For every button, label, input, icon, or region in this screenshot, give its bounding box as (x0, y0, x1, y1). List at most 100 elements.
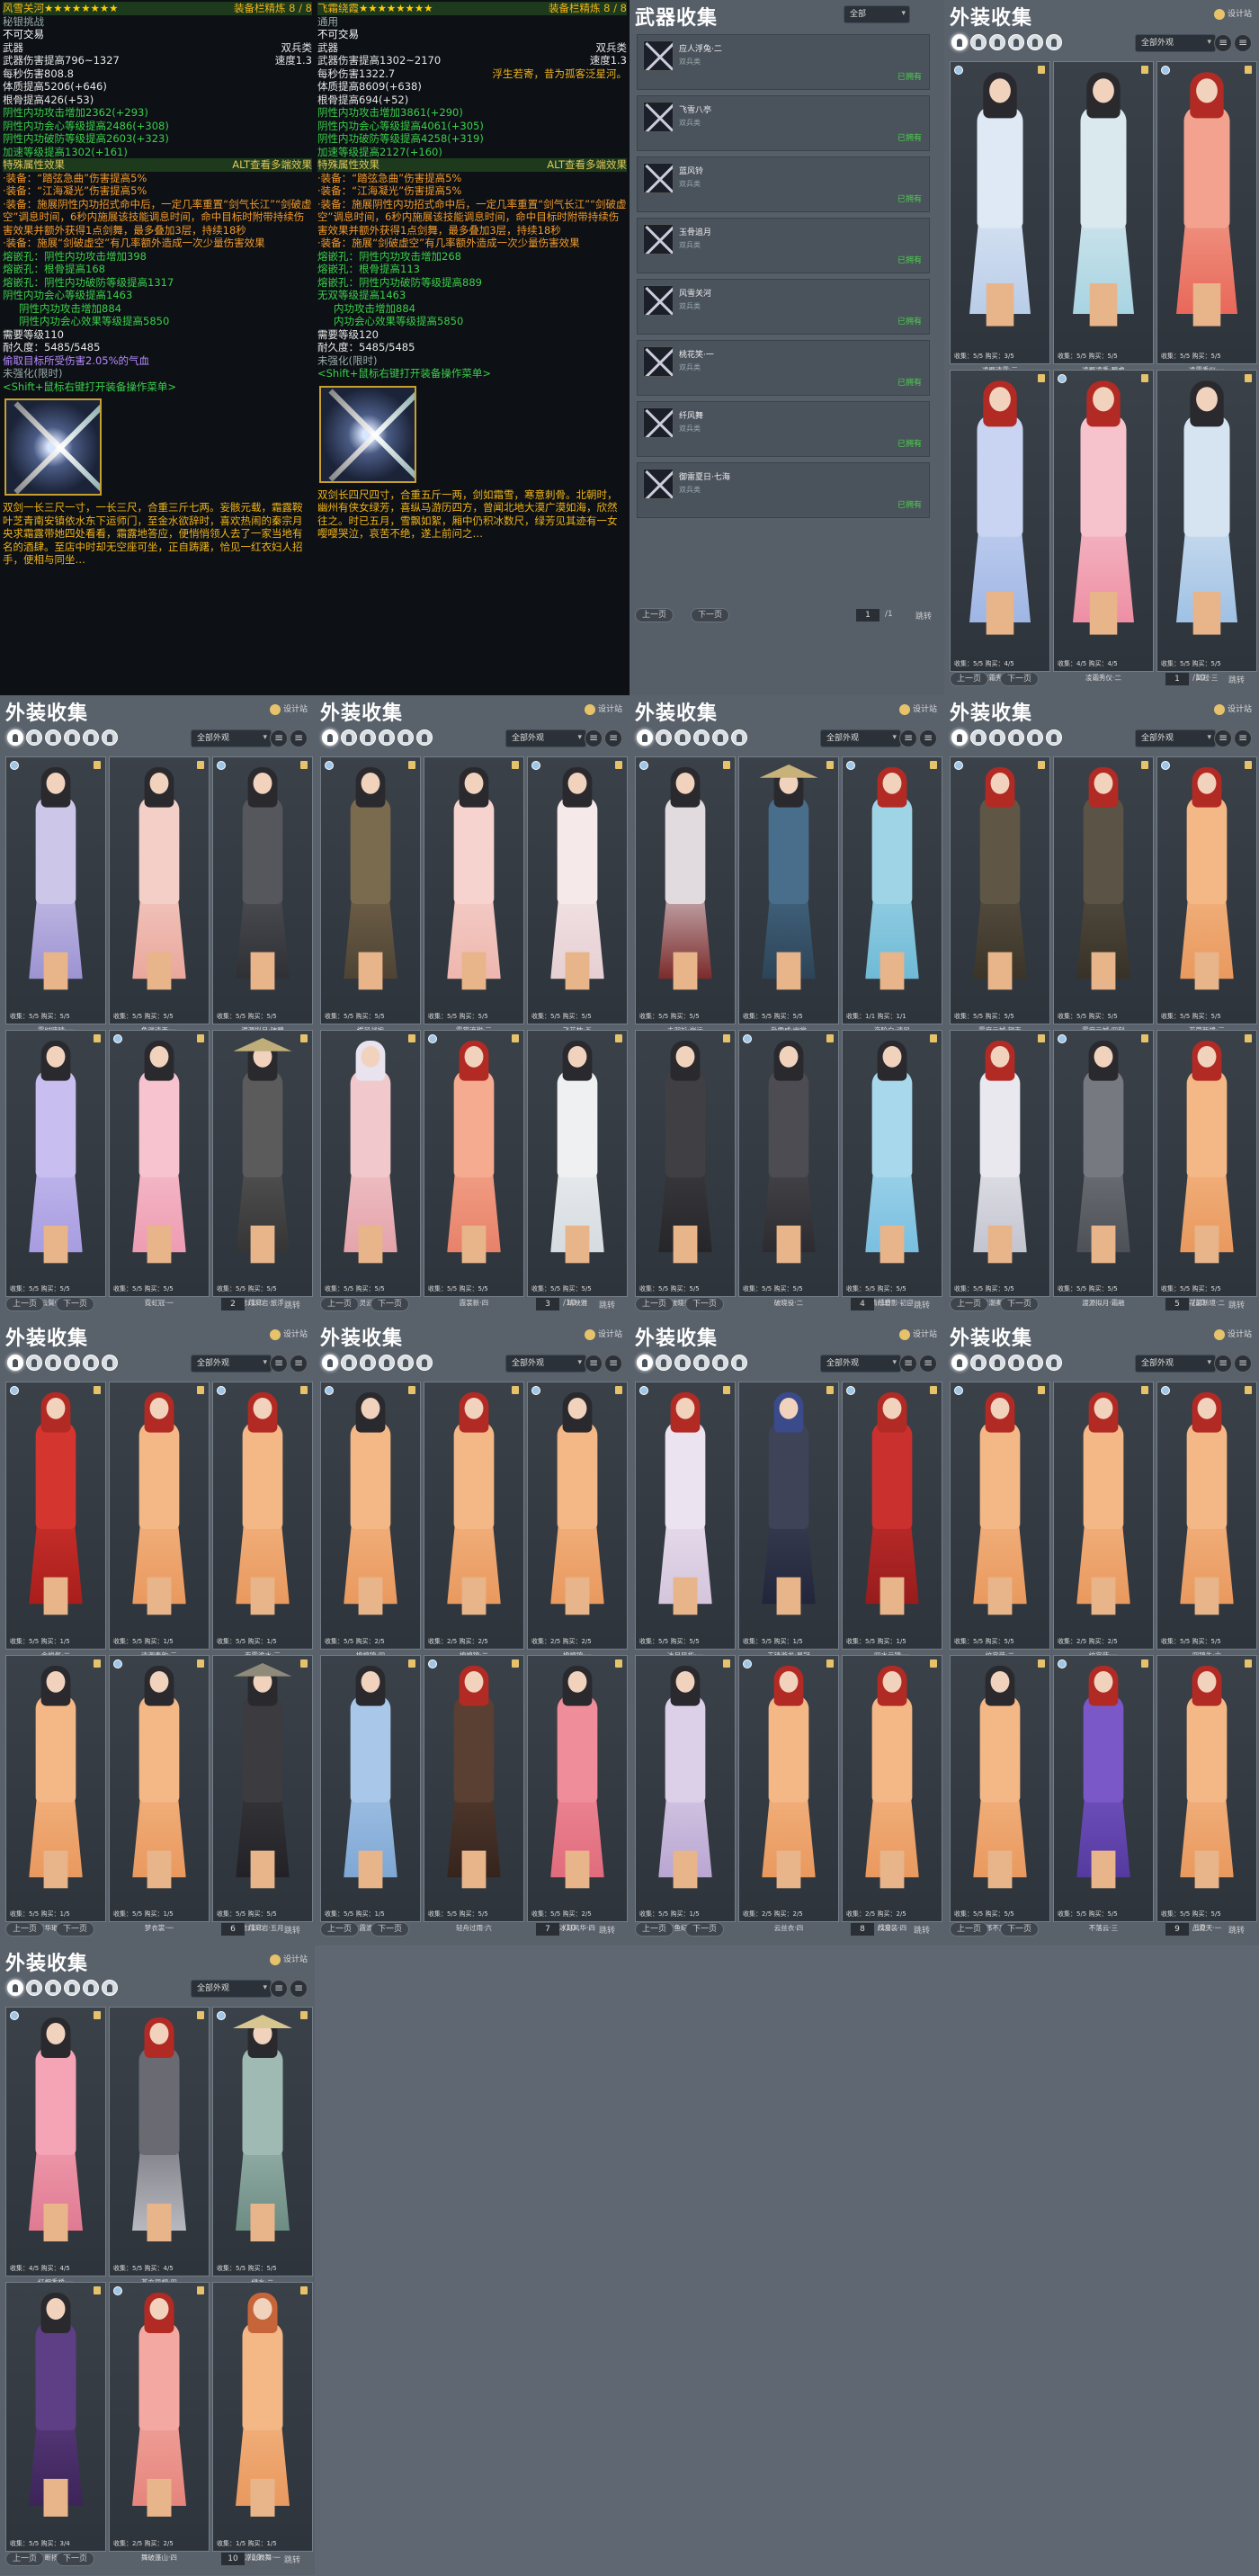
outfit-card[interactable]: 收集：5/5 购买：5/5 (950, 1654, 1050, 1922)
category-cloak-icon[interactable] (1008, 1355, 1024, 1371)
outfit-filter-dropdown[interactable]: 全部外观 (191, 1980, 272, 1998)
outfit-card[interactable]: 收集：5/5 购买：5/5 (320, 1029, 421, 1297)
outfit-filter-dropdown[interactable]: 全部外观 (820, 729, 901, 747)
category-back-icon[interactable] (712, 1355, 728, 1371)
outfit-card[interactable]: 收集：2/5 购买：2/5 (527, 1382, 628, 1650)
category-cloak-icon[interactable] (1008, 34, 1024, 50)
prev-page-button[interactable]: 上一页 (635, 1922, 674, 1936)
category-pendant-icon[interactable] (731, 729, 747, 746)
category-clothes-icon[interactable] (674, 1355, 691, 1371)
page-number-input[interactable]: 10 (221, 2553, 245, 2565)
weapon-item[interactable]: 蓝风铃 双兵类 已拥有 (637, 157, 930, 212)
category-hair-icon[interactable] (26, 729, 42, 746)
outfit-card[interactable]: 收集：5/5 购买：1/5 (5, 1382, 106, 1650)
outfit-card[interactable]: 收集：5/5 购买：5/5 (212, 1029, 313, 1297)
category-all-icon[interactable] (7, 1355, 23, 1371)
list-icon[interactable] (604, 1355, 622, 1373)
search-icon[interactable] (270, 729, 288, 747)
category-cloak-icon[interactable] (693, 729, 710, 746)
category-hair-icon[interactable] (970, 1355, 987, 1371)
outfit-card[interactable]: 收集：5/5 购买：1/5 (212, 1382, 313, 1650)
outfit-card[interactable]: 收集：5/5 购买：1/5 (842, 1382, 942, 1650)
outfit-card[interactable]: 收集：5/5 购买：1/5 (109, 1654, 210, 1922)
designer-station-button[interactable]: 设计站 (269, 1328, 308, 1340)
category-cloak-icon[interactable] (379, 1355, 395, 1371)
designer-station-button[interactable]: 设计站 (269, 702, 308, 715)
weapon-item[interactable]: 飞雪八亭 双兵类 已拥有 (637, 95, 930, 151)
page-number-input[interactable]: 6 (221, 1923, 245, 1936)
outfit-card[interactable]: 收集：5/5 购买：3/5 (950, 61, 1050, 364)
outfit-card[interactable]: 收集：1/1 购买：1/1 (842, 756, 942, 1024)
outfit-card[interactable]: 收集：5/5 购买：5/5 (1156, 1029, 1257, 1297)
outfit-card[interactable]: 收集：5/5 购买：5/5 (212, 2007, 313, 2276)
outfit-card[interactable]: 收集：5/5 购买：5/5 (635, 1029, 736, 1297)
outfit-card[interactable]: 收集：5/5 购买：5/5 (109, 756, 210, 1024)
category-hair-icon[interactable] (341, 1355, 357, 1371)
outfit-card[interactable]: 收集：5/5 购买：5/5 (1053, 1654, 1154, 1922)
designer-station-button[interactable]: 设计站 (898, 1328, 937, 1340)
category-all-icon[interactable] (322, 1355, 338, 1371)
category-pendant-icon[interactable] (1046, 1355, 1062, 1371)
category-all-icon[interactable] (322, 729, 338, 746)
outfit-card[interactable]: 收集：5/5 购买：1/5 (109, 1382, 210, 1650)
next-page-button[interactable]: 下一页 (1000, 672, 1040, 686)
designer-station-button[interactable]: 设计站 (1213, 1328, 1252, 1340)
category-clothes-icon[interactable] (360, 729, 376, 746)
category-pendant-icon[interactable] (1046, 34, 1062, 50)
prev-page-button[interactable]: 上一页 (635, 1297, 674, 1311)
outfit-card[interactable]: 收集：5/5 购买：5/5 (738, 1029, 839, 1297)
prev-page-button[interactable]: 上一页 (950, 672, 989, 686)
outfit-filter-dropdown[interactable]: 全部外观 (1135, 729, 1216, 747)
category-hair-icon[interactable] (26, 1355, 42, 1371)
category-clothes-icon[interactable] (360, 1355, 376, 1371)
category-back-icon[interactable] (83, 1355, 99, 1371)
prev-page-button[interactable]: 上一页 (635, 608, 674, 622)
list-icon[interactable] (919, 1355, 937, 1373)
outfit-card[interactable]: 收集：5/5 购买：5/5 (424, 1654, 524, 1922)
list-icon[interactable] (1234, 1355, 1252, 1373)
page-number-input[interactable]: 1 (1165, 673, 1189, 685)
outfit-card[interactable]: 收集：5/5 购买：2/5 (320, 1382, 421, 1650)
category-cloak-icon[interactable] (1008, 729, 1024, 746)
category-cloak-icon[interactable] (64, 1355, 80, 1371)
category-back-icon[interactable] (1027, 1355, 1043, 1371)
outfit-card[interactable]: 收集：5/5 购买：5/5 (212, 1654, 313, 1922)
page-number-input[interactable]: 2 (221, 1298, 245, 1310)
designer-station-button[interactable]: 设计站 (269, 1953, 308, 1965)
prev-page-button[interactable]: 上一页 (950, 1922, 989, 1936)
outfit-card[interactable]: 收集：5/5 购买：5/5 (1156, 369, 1257, 672)
category-clothes-icon[interactable] (45, 1355, 61, 1371)
category-back-icon[interactable] (83, 1980, 99, 1996)
outfit-filter-dropdown[interactable]: 全部外观 (191, 729, 272, 747)
prev-page-button[interactable]: 上一页 (5, 2552, 45, 2566)
category-back-icon[interactable] (397, 1355, 414, 1371)
next-page-button[interactable]: 下一页 (56, 2552, 95, 2566)
outfit-card[interactable]: 收集：5/5 购买：5/5 (424, 1029, 524, 1297)
outfit-card[interactable]: 收集：5/5 购买：5/5 (635, 1382, 736, 1650)
outfit-card[interactable]: 收集：5/5 购买：5/5 (527, 756, 628, 1024)
list-icon[interactable] (919, 729, 937, 747)
jump-button[interactable]: 跳转 (1228, 1299, 1245, 1310)
category-all-icon[interactable] (7, 729, 23, 746)
category-clothes-icon[interactable] (989, 34, 1005, 50)
page-number-input[interactable]: 5 (1165, 1298, 1189, 1310)
jump-button[interactable]: 跳转 (599, 1299, 615, 1310)
designer-station-button[interactable]: 设计站 (584, 702, 622, 715)
category-hair-icon[interactable] (656, 1355, 672, 1371)
category-all-icon[interactable] (951, 729, 968, 746)
category-hair-icon[interactable] (26, 1980, 42, 1996)
list-icon[interactable] (604, 729, 622, 747)
outfit-card[interactable]: 收集：5/5 购买：5/5 (527, 1029, 628, 1297)
prev-page-button[interactable]: 上一页 (5, 1297, 45, 1311)
category-cloak-icon[interactable] (64, 729, 80, 746)
weapon-item[interactable]: 纤风舞 双兵类 已拥有 (637, 401, 930, 457)
next-page-button[interactable]: 下一页 (1000, 1922, 1040, 1936)
list-icon[interactable] (1234, 729, 1252, 747)
outfit-card[interactable]: 收集：5/5 购买：5/5 (738, 756, 839, 1024)
outfit-card[interactable]: 收集：2/5 购买：2/5 (424, 1382, 524, 1650)
search-icon[interactable] (270, 1355, 288, 1373)
category-pendant-icon[interactable] (416, 1355, 433, 1371)
jump-button[interactable]: 跳转 (284, 2554, 300, 2565)
category-clothes-icon[interactable] (989, 729, 1005, 746)
outfit-card[interactable]: 收集：2/5 购买：2/5 (842, 1654, 942, 1922)
